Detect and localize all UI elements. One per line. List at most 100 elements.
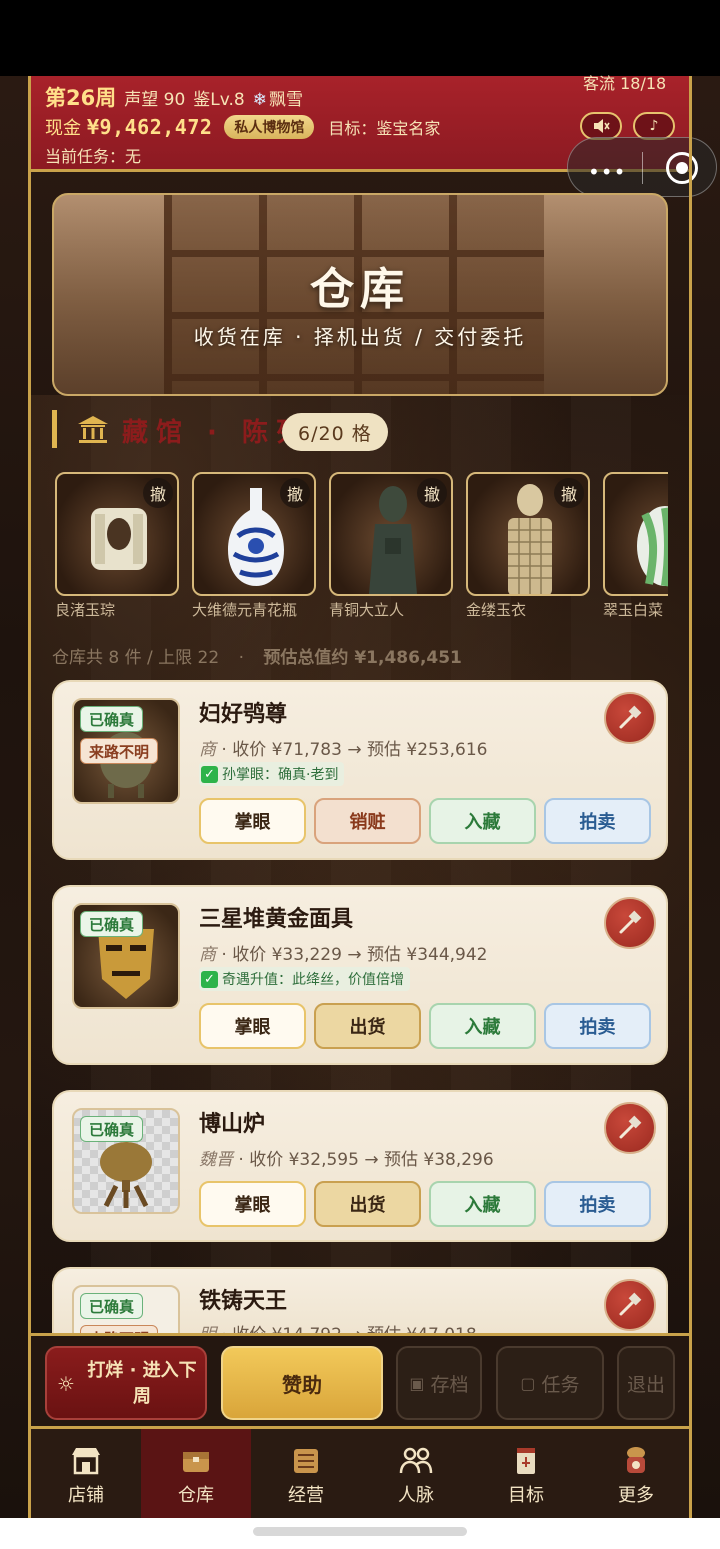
museum-item[interactable]: 撤 大维德元青花瓶 xyxy=(192,472,316,620)
hammer-button[interactable] xyxy=(604,897,656,949)
hammer-icon xyxy=(619,910,642,934)
auction-button[interactable]: 拍卖 xyxy=(544,1181,651,1227)
hammer-button[interactable] xyxy=(604,1279,656,1331)
museum-item[interactable]: 撤 翠玉白菜 xyxy=(603,472,668,620)
item-price: 商 · 收价 ¥33,229 → 预估 ¥344,942 xyxy=(199,940,488,965)
section-accent-bar xyxy=(52,410,57,448)
verified-tag: 已确真 xyxy=(80,1116,144,1142)
people-icon xyxy=(399,1447,433,1474)
home-indicator[interactable] xyxy=(253,1527,467,1536)
status-bar xyxy=(0,0,720,76)
item-era: 明 xyxy=(199,1325,216,1333)
tab-warehouse[interactable]: 仓库 xyxy=(141,1429,251,1518)
item-thumbnail[interactable]: 已确真 来路不明 xyxy=(72,698,180,804)
ship-button[interactable]: 出货 xyxy=(314,1003,421,1049)
snowflake-icon: ❄ xyxy=(252,90,267,110)
item-thumbnail[interactable]: 已确真 xyxy=(72,903,180,1009)
next-week-button[interactable]: ☼ 打烊 · 进入下周 xyxy=(45,1346,207,1420)
banner-title: 仓库 xyxy=(310,264,410,315)
tab-shop[interactable]: 店铺 xyxy=(31,1429,141,1518)
collect-button[interactable]: 入藏 xyxy=(429,1181,536,1227)
hammer-button[interactable] xyxy=(604,1102,656,1154)
museum-badge[interactable]: 私人博物馆 xyxy=(224,115,315,139)
mini-program-capsule[interactable]: ••• xyxy=(567,137,717,197)
jade-burial-suit-image: 撤 xyxy=(466,472,590,596)
verified-tag: 已确真 xyxy=(80,911,144,937)
item-note: ✓ 奇遇升值：此绛丝，价值倍增 xyxy=(199,967,410,991)
bronze-figure-image: 撤 xyxy=(329,472,453,596)
fence-button[interactable]: 销赃 xyxy=(314,798,421,844)
sun-icon: ☼ xyxy=(57,1372,75,1396)
item-price: 魏晋 · 收价 ¥32,595 → 预估 ¥38,296 xyxy=(199,1145,494,1170)
tab-more[interactable]: 更多 xyxy=(581,1429,691,1518)
header-stats: 第26周 声望 90 鉴Lv.8 ❄ 飘雪 xyxy=(45,82,303,112)
task-label: 任务 xyxy=(541,1373,580,1396)
withdraw-button[interactable]: 撤 xyxy=(417,478,447,508)
museum-item-name: 青铜大立人 xyxy=(329,601,405,619)
tab-label: 更多 xyxy=(618,1485,654,1506)
museum-icon xyxy=(76,414,110,444)
jade-cong-image: 撤 xyxy=(55,472,179,596)
tab-label: 经营 xyxy=(288,1485,324,1506)
task-button[interactable]: ▢ 任务 xyxy=(496,1346,604,1420)
verified-tag: 已确真 xyxy=(80,1293,144,1319)
music-toggle-button[interactable]: ♪ xyxy=(633,112,675,140)
tab-contacts[interactable]: 人脉 xyxy=(361,1429,471,1518)
home-indicator-bar xyxy=(0,1518,720,1549)
verified-tag: 已确真 xyxy=(80,706,144,732)
warehouse-count: 仓库共 8 件 / 上限 22 xyxy=(52,648,220,668)
item-thumbnail[interactable]: 已确真 来路不明 xyxy=(72,1285,180,1333)
inventory-card: 已确真 三星堆黄金面具 商 · 收价 ¥33,229 → 预估 ¥344,942… xyxy=(52,885,668,1065)
warehouse-summary: 仓库共 8 件 / 上限 22 · 预估总值约 ¥1,486,451 xyxy=(52,643,462,668)
more-dots-icon[interactable]: ••• xyxy=(588,160,626,184)
shop-icon xyxy=(72,1448,100,1475)
warehouse-estimate: 预估总值约 ¥1,486,451 xyxy=(263,648,462,668)
museum-item-name: 金缕玉衣 xyxy=(466,601,527,619)
museum-display-strip[interactable]: 撤 良渚玉琮 撤 大维德元青花瓶 撤 青铜大立人 撤 金缕玉衣 翠玉白菜 xyxy=(55,472,668,622)
sound-toggle-button[interactable] xyxy=(580,112,622,140)
withdraw-button[interactable]: 撤 xyxy=(554,478,584,508)
goal-icon xyxy=(517,1448,535,1474)
clipboard-icon: ▢ xyxy=(520,1373,536,1393)
hammer-button[interactable] xyxy=(604,692,656,744)
appraise-button[interactable]: 掌眼 xyxy=(199,1003,306,1049)
item-actions: 掌眼 出货 入藏 拍卖 xyxy=(199,1003,651,1049)
museum-item[interactable]: 撤 金缕玉衣 xyxy=(466,472,590,620)
museum-item[interactable]: 撤 良渚玉琮 xyxy=(55,472,179,620)
exit-button[interactable]: 退出 xyxy=(617,1346,675,1420)
item-title: 铁铸天王 xyxy=(199,1289,288,1314)
bottom-tab-bar: 店铺 仓库 经营 人脉 目标 更多 xyxy=(31,1429,689,1518)
item-price-text: · 收价 ¥33,229 → 预估 ¥344,942 xyxy=(221,945,488,965)
more-icon xyxy=(627,1447,645,1473)
customer-flow: 客流 18/18 xyxy=(583,74,667,93)
tab-label: 人脉 xyxy=(398,1485,434,1506)
prestige-label: 声望 90 xyxy=(124,90,186,110)
collect-button[interactable]: 入藏 xyxy=(429,1003,536,1049)
auction-button[interactable]: 拍卖 xyxy=(544,1003,651,1049)
tab-business[interactable]: 经营 xyxy=(251,1429,361,1518)
goal-label: 目标：鉴宝名家 xyxy=(328,119,441,138)
save-button[interactable]: ▣ 存档 xyxy=(396,1346,482,1420)
item-thumbnail[interactable]: 已确真 xyxy=(72,1108,180,1214)
tab-label: 店铺 xyxy=(68,1485,104,1506)
item-actions: 掌眼 销赃 入藏 拍卖 xyxy=(199,798,651,844)
museum-item[interactable]: 撤 青铜大立人 xyxy=(329,472,453,620)
appraise-button[interactable]: 掌眼 xyxy=(199,798,306,844)
tab-goals[interactable]: 目标 xyxy=(471,1429,581,1518)
withdraw-button[interactable]: 撤 xyxy=(143,478,173,508)
inventory-card: 已确真 来路不明 妇好鸮尊 商 · 收价 ¥71,783 → 预估 ¥253,6… xyxy=(52,680,668,860)
ship-button[interactable]: 出货 xyxy=(314,1181,421,1227)
close-circle-icon[interactable] xyxy=(666,152,698,184)
collect-button[interactable]: 入藏 xyxy=(429,798,536,844)
capsule-divider xyxy=(642,152,643,184)
weather-label: 飘雪 xyxy=(268,90,303,110)
withdraw-button[interactable]: 撤 xyxy=(280,478,310,508)
week-label: 第26周 xyxy=(45,86,117,110)
sponsor-button[interactable]: 赞助 xyxy=(221,1346,383,1420)
item-title: 妇好鸮尊 xyxy=(199,702,288,727)
appraise-button[interactable]: 掌眼 xyxy=(199,1181,306,1227)
cash-label: 现金 xyxy=(45,118,81,139)
museum-capacity: 6/20 格 xyxy=(282,413,388,451)
auction-button[interactable]: 拍卖 xyxy=(544,798,651,844)
item-title: 博山炉 xyxy=(199,1112,266,1137)
